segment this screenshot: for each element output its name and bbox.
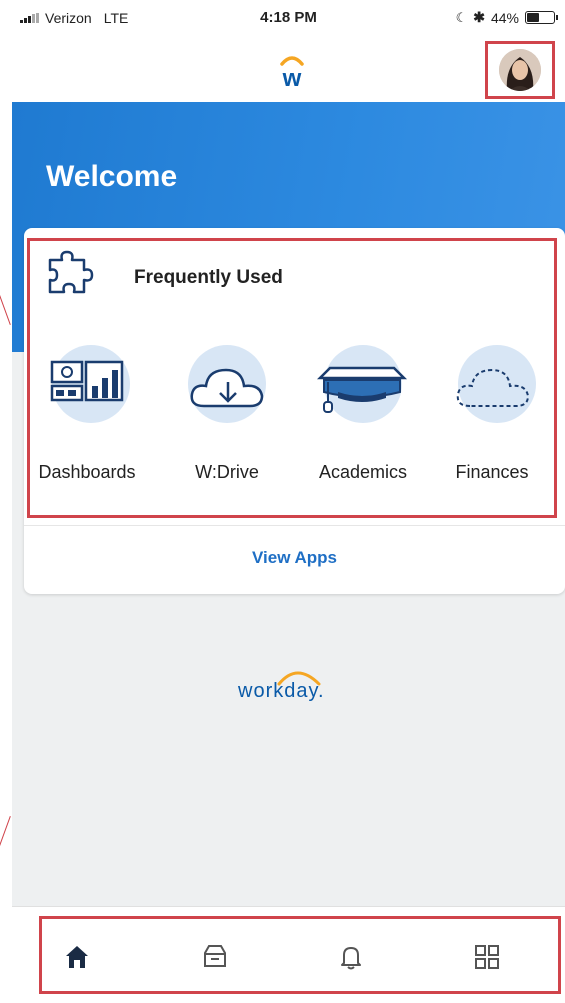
frequently-used-title: Frequently Used — [134, 267, 283, 288]
inbox-icon[interactable] — [200, 942, 230, 972]
workday-logo-icon: w — [280, 56, 304, 90]
cloud-download-icon — [190, 368, 264, 408]
status-right: ☾ ✱ 44% — [455, 9, 558, 26]
academic-cap-icon — [316, 366, 408, 413]
puzzle-icon — [48, 250, 94, 294]
home-icon[interactable] — [62, 942, 92, 972]
view-apps-link[interactable]: View Apps — [24, 548, 565, 568]
dashboards-label: Dashboards — [38, 462, 136, 482]
moon-icon: ☾ — [455, 9, 468, 25]
bell-icon[interactable] — [336, 942, 366, 972]
user-avatar-icon[interactable] — [499, 49, 541, 91]
welcome-heading: Welcome — [46, 160, 178, 193]
battery-label: 44% — [490, 9, 519, 26]
status-bar: Verizon LTE 4:18 PM ☾ ✱ 44% — [12, 0, 565, 36]
app-header: w — [12, 36, 565, 102]
bluetooth-icon: ✱ — [473, 9, 485, 25]
cloud-outline-icon — [456, 368, 530, 407]
battery-icon — [525, 11, 558, 24]
profile-button[interactable] — [485, 41, 555, 99]
card-divider — [24, 525, 565, 526]
annotation-line-bottom — [0, 816, 11, 854]
annotation-line-top — [0, 287, 11, 325]
wdrive-label: W:Drive — [195, 462, 259, 482]
svg-text:w: w — [282, 65, 302, 90]
finances-label: Finances — [455, 462, 529, 482]
dashboard-icon — [50, 360, 124, 402]
phone-screen: Verizon LTE 4:18 PM ☾ ✱ 44% w Welcome Fr… — [12, 0, 565, 1003]
academics-label: Academics — [318, 462, 408, 482]
workday-wordmark: workday. — [238, 680, 325, 702]
apps-grid-icon[interactable] — [472, 942, 502, 972]
